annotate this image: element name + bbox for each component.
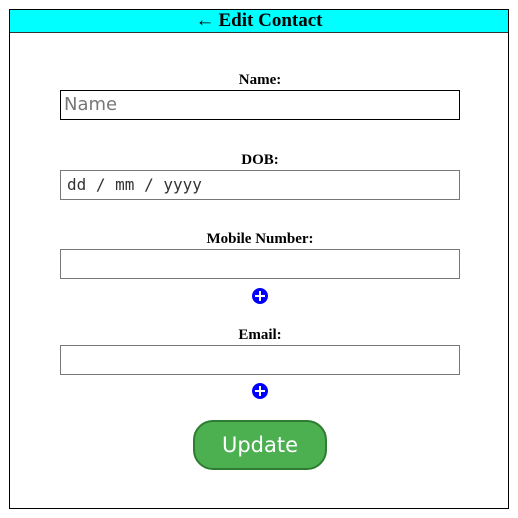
name-field-group: Name: Name: [60, 70, 460, 120]
dob-format-text: dd / mm / yyyy: [67, 175, 202, 194]
mobile-label: Mobile Number:: [206, 231, 314, 247]
email-field-group: Email:: [60, 325, 460, 375]
update-button[interactable]: Update: [193, 420, 327, 470]
edit-contact-panel: ← Edit Contact Name: Name DOB: dd / mm / …: [9, 9, 509, 509]
page-header: ← Edit Contact: [10, 10, 508, 33]
dob-label: DOB:: [241, 152, 279, 168]
dob-input[interactable]: dd / mm / yyyy: [60, 170, 460, 200]
name-placeholder: Name: [64, 94, 118, 115]
email-label: Email:: [238, 327, 282, 343]
name-label: Name:: [238, 72, 282, 88]
email-input[interactable]: [60, 345, 460, 375]
mobile-field-group: Mobile Number:: [60, 229, 460, 279]
name-input[interactable]: Name: [60, 90, 460, 120]
back-arrow-icon[interactable]: ←: [196, 10, 215, 31]
dob-field-group: DOB: dd / mm / yyyy: [60, 150, 460, 200]
mobile-input[interactable]: [60, 249, 460, 279]
page-title: Edit Contact: [218, 10, 323, 31]
add-mobile-icon[interactable]: [252, 288, 268, 304]
add-email-icon[interactable]: [252, 383, 268, 399]
